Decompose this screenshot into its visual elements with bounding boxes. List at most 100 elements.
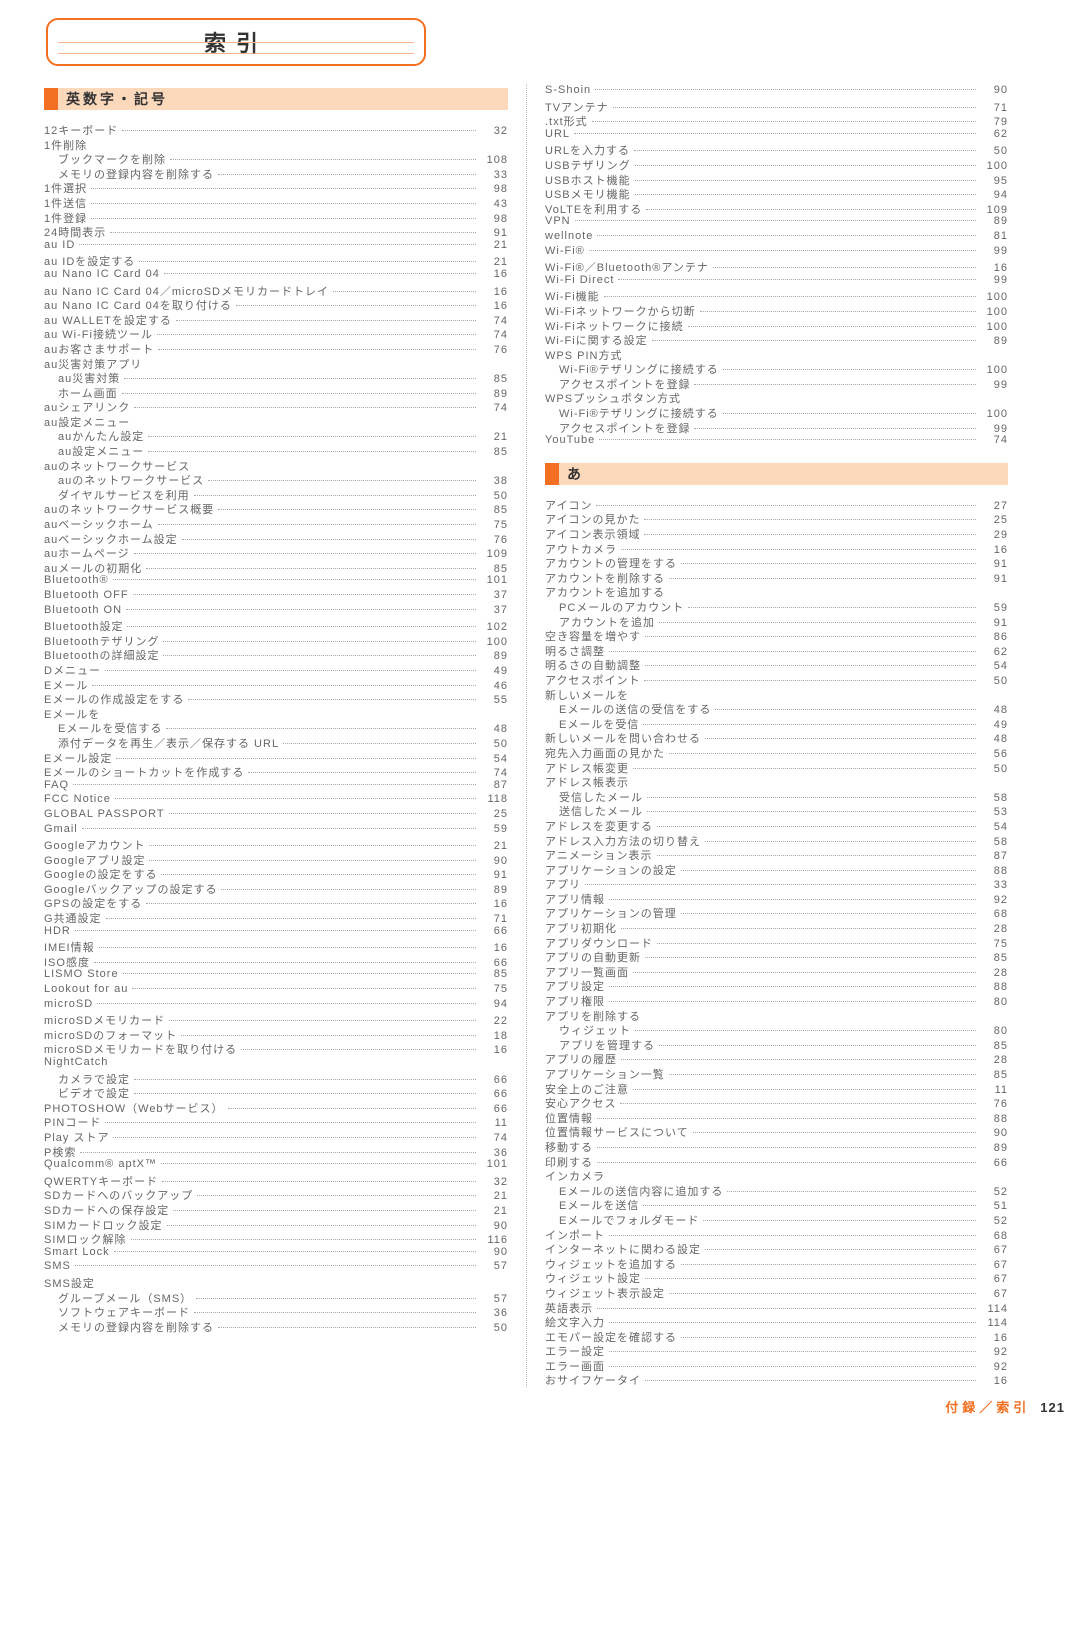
index-page: 91 xyxy=(980,617,1008,629)
footer-page: 121 xyxy=(1040,1400,1065,1415)
index-page: 85 xyxy=(980,1040,1008,1052)
index-page: 16 xyxy=(480,286,508,298)
index-page: 11 xyxy=(980,1084,1008,1096)
index-page: 57 xyxy=(480,1260,508,1272)
index-page: 50 xyxy=(980,675,1008,687)
index-label: PHOTOSHOW（Webサービス） xyxy=(44,1100,224,1116)
index-page: 28 xyxy=(980,967,1008,979)
leader-dots xyxy=(149,845,476,846)
leader-dots xyxy=(646,209,976,210)
index-label: 添付データを再生／表示／保存する URL xyxy=(44,735,279,751)
leader-dots xyxy=(723,369,976,370)
index-row: 安全上のご注意 11 xyxy=(545,1081,1008,1096)
leader-dots xyxy=(134,553,476,554)
index-page: 11 xyxy=(480,1117,508,1129)
leader-dots xyxy=(613,107,976,108)
index-row: アドレス帳表示 xyxy=(545,774,1008,789)
index-page: 52 xyxy=(980,1186,1008,1198)
leader-dots xyxy=(589,250,976,251)
index-label: 移動する xyxy=(545,1139,593,1155)
leader-dots xyxy=(134,1079,476,1080)
index-page: 59 xyxy=(480,823,508,835)
index-row: アプリケーションの管理68 xyxy=(545,905,1008,920)
index-row: ダイヤルサービスを利用50 xyxy=(44,487,508,502)
index-row: au Nano IC Card 0416 xyxy=(44,268,508,283)
leader-dots xyxy=(599,439,976,440)
index-label: auお客さまサポート xyxy=(44,341,154,357)
index-row: アプリ一覧画面28 xyxy=(545,964,1008,979)
index-row: .txt形式79 xyxy=(545,113,1008,128)
leader-dots xyxy=(609,651,976,652)
index-label: エラー設定 xyxy=(545,1343,605,1359)
index-label: au Nano IC Card 04を取り付ける xyxy=(44,297,232,313)
leader-dots xyxy=(228,1108,476,1109)
index-label: auホームページ xyxy=(44,545,130,561)
index-label: アプリ設定 xyxy=(545,978,605,994)
index-page: 92 xyxy=(980,1346,1008,1358)
index-page: 74 xyxy=(480,1132,508,1144)
index-label: 安全上のご注意 xyxy=(545,1081,629,1097)
index-row: 添付データを再生／表示／保存する URL50 xyxy=(44,735,508,750)
index-page: 67 xyxy=(980,1273,1008,1285)
leader-dots xyxy=(643,1205,976,1206)
index-label: au WALLETを設定する xyxy=(44,312,172,328)
leader-dots xyxy=(92,685,476,686)
index-row: au設定メニュー85 xyxy=(44,443,508,458)
leader-dots xyxy=(635,165,976,166)
index-page: 94 xyxy=(980,189,1008,201)
index-row: Eメール46 xyxy=(44,677,508,692)
index-page: 33 xyxy=(980,879,1008,891)
index-label: auシェアリンク xyxy=(44,399,130,415)
index-page: 92 xyxy=(980,1361,1008,1373)
leader-dots xyxy=(82,828,476,829)
leader-dots xyxy=(727,1191,976,1192)
leader-dots xyxy=(723,413,976,414)
index-page: 100 xyxy=(980,408,1008,420)
index-row: G共通設定71 xyxy=(44,910,508,925)
index-label: au設定メニュー xyxy=(44,443,144,459)
index-label: メモリの登録内容を削除する xyxy=(44,1319,214,1335)
index-page: 80 xyxy=(980,1025,1008,1037)
index-label: Wi-Fi® xyxy=(545,245,585,257)
index-label: PINコード xyxy=(44,1114,101,1130)
leader-dots xyxy=(681,870,976,871)
leader-dots xyxy=(236,305,476,306)
index-row: Wi-Fiネットワークから切断100 xyxy=(545,303,1008,318)
index-label: IMEI情報 xyxy=(44,939,95,955)
index-row: P検索36 xyxy=(44,1144,508,1159)
leader-dots xyxy=(218,1327,476,1328)
leader-dots xyxy=(634,150,976,151)
index-page: 101 xyxy=(480,1158,508,1170)
index-label: 明るさ調整 xyxy=(545,643,605,659)
index-row: 英語表示114 xyxy=(545,1300,1008,1315)
index-label: インカメラ xyxy=(545,1168,605,1184)
index-label: ホーム画面 xyxy=(44,385,118,401)
index-label: au Nano IC Card 04／microSDメモリカードトレイ xyxy=(44,283,329,299)
index-page: 59 xyxy=(980,602,1008,614)
leader-dots xyxy=(110,232,476,233)
index-page: 54 xyxy=(980,821,1008,833)
index-row: Lookout for au75 xyxy=(44,983,508,998)
index-row: ウィジェット設定67 xyxy=(545,1270,1008,1285)
index-row: auベーシックホーム75 xyxy=(44,516,508,531)
index-label: Wi-Fi®テザリングに接続する xyxy=(545,361,719,377)
leader-dots xyxy=(705,738,976,739)
index-row: アイコン表示領域29 xyxy=(545,526,1008,541)
leader-dots xyxy=(158,349,476,350)
index-row: Bluetoothテザリング100 xyxy=(44,633,508,648)
section-heading-alpha: 英数字・記号 xyxy=(44,88,508,110)
leader-dots xyxy=(645,636,976,637)
index-page: 68 xyxy=(980,908,1008,920)
leader-dots xyxy=(167,1225,476,1226)
leader-dots xyxy=(146,903,476,904)
index-row: NightCatch xyxy=(44,1056,508,1071)
index-row: au災害対策85 xyxy=(44,370,508,385)
index-row: アドレス入力方法の切り替え58 xyxy=(545,833,1008,848)
index-row: Wi-Fi機能100 xyxy=(545,288,1008,303)
leader-dots xyxy=(669,753,976,754)
leader-dots xyxy=(113,1137,476,1138)
index-row: アカウントを削除する91 xyxy=(545,570,1008,585)
index-page: 16 xyxy=(480,300,508,312)
leader-dots xyxy=(657,826,976,827)
index-row: YouTube74 xyxy=(545,434,1008,449)
